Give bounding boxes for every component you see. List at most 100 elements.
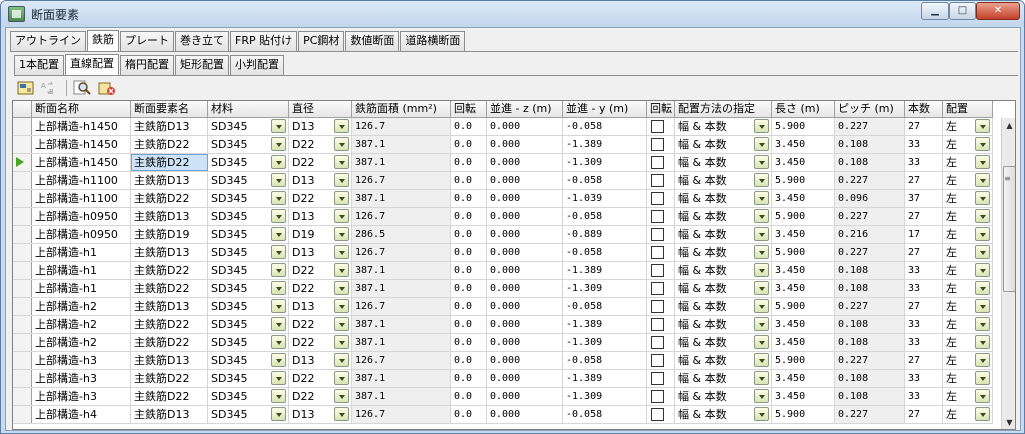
table-row[interactable]: 上部構造-h1 主鉄筋D22 SD345 D22 387.1 0.0 0.000 -1.389… — [13, 262, 993, 280]
dropdown-arrow-icon[interactable] — [334, 137, 349, 151]
dropdown-arrow-icon[interactable] — [975, 155, 990, 169]
cell-elem[interactable]: 主鉄筋D19 — [131, 226, 208, 243]
tab-sub-2[interactable]: 楕円配置 — [120, 55, 174, 75]
dropdown-arrow-icon[interactable] — [754, 155, 769, 169]
cell-pos[interactable]: 左 — [943, 316, 993, 333]
cell-pitch[interactable]: 0.227 — [835, 244, 905, 261]
cell-ty[interactable]: -0.058 — [563, 298, 647, 315]
close-button[interactable]: ✕ — [976, 2, 1020, 20]
tab-sub-4[interactable]: 小判配置 — [230, 55, 284, 75]
cell-pos[interactable]: 左 — [943, 262, 993, 279]
cell-elem[interactable]: 主鉄筋D13 — [131, 352, 208, 369]
scroll-down-button[interactable]: ▼ — [1002, 415, 1015, 429]
dropdown-arrow-icon[interactable] — [334, 209, 349, 223]
cell-elem[interactable]: 主鉄筋D13 — [131, 298, 208, 315]
column-header-name[interactable]: 断面名称 — [32, 101, 131, 118]
cell-pos[interactable]: 左 — [943, 190, 993, 207]
dropdown-arrow-icon[interactable] — [271, 137, 286, 151]
scroll-thumb[interactable] — [1003, 166, 1015, 292]
cell-elem[interactable]: 主鉄筋D13 — [131, 406, 208, 423]
cell-pos[interactable]: 左 — [943, 388, 993, 405]
row-header[interactable] — [13, 262, 32, 279]
cell-ty[interactable]: -1.309 — [563, 280, 647, 297]
cell-rot[interactable]: 0.0 — [451, 154, 487, 171]
tab-main-4[interactable]: FRP 貼付け — [230, 31, 298, 51]
table-row[interactable]: 上部構造-h0950 主鉄筋D13 SD345 D13 126.7 0.0 0.000 -0.… — [13, 208, 993, 226]
cell-len[interactable]: 5.900 — [772, 298, 835, 315]
cell-elem[interactable]: 主鉄筋D13 — [131, 172, 208, 189]
cell-tz[interactable]: 0.000 — [487, 118, 563, 135]
zoom-icon[interactable] — [73, 79, 93, 97]
cell-pitch[interactable]: 0.108 — [835, 154, 905, 171]
cell-rot[interactable]: 0.0 — [451, 226, 487, 243]
cell-dia[interactable]: D22 — [289, 316, 352, 333]
tab-main-3[interactable]: 巻き立て — [175, 31, 229, 51]
cell-method[interactable]: 幅 & 本数 — [675, 406, 772, 423]
cell-rot2[interactable] — [647, 406, 675, 423]
cell-pitch[interactable]: 0.108 — [835, 370, 905, 387]
cell-ty[interactable]: -1.309 — [563, 388, 647, 405]
dropdown-arrow-icon[interactable] — [975, 245, 990, 259]
cell-rot2[interactable] — [647, 172, 675, 189]
tab-sub-1[interactable]: 直線配置 — [65, 54, 119, 75]
cell-pos[interactable]: 左 — [943, 298, 993, 315]
cell-pitch[interactable]: 0.108 — [835, 316, 905, 333]
dropdown-arrow-icon[interactable] — [334, 371, 349, 385]
cell-mat[interactable]: SD345 — [208, 370, 289, 387]
table-row[interactable]: 上部構造-h1450 主鉄筋D22 SD345 D22 387.1 0.0 0.000 -1.… — [13, 136, 993, 154]
cell-ty[interactable]: -0.058 — [563, 406, 647, 423]
cell-ty[interactable]: -1.389 — [563, 136, 647, 153]
dropdown-arrow-icon[interactable] — [754, 281, 769, 295]
cell-dia[interactable]: D22 — [289, 136, 352, 153]
table-row[interactable]: 上部構造-h0950 主鉄筋D19 SD345 D19 286.5 0.0 0.000 -0.… — [13, 226, 993, 244]
rotation-checkbox[interactable] — [651, 354, 664, 367]
title-bar[interactable]: 断面要素 ▁ □ ✕ — [1, 1, 1024, 27]
vertical-scrollbar[interactable]: ▲ ≡ ▼ — [1001, 118, 1015, 429]
cell-tz[interactable]: 0.000 — [487, 262, 563, 279]
dropdown-arrow-icon[interactable] — [975, 407, 990, 421]
table-row[interactable]: 上部構造-h2 主鉄筋D22 SD345 D22 387.1 0.0 0.000 -1.389… — [13, 316, 993, 334]
cell-tz[interactable]: 0.000 — [487, 280, 563, 297]
dropdown-arrow-icon[interactable] — [975, 371, 990, 385]
dropdown-arrow-icon[interactable] — [271, 299, 286, 313]
cell-method[interactable]: 幅 & 本数 — [675, 352, 772, 369]
dropdown-arrow-icon[interactable] — [975, 209, 990, 223]
cell-mat[interactable]: SD345 — [208, 154, 289, 171]
dropdown-arrow-icon[interactable] — [975, 119, 990, 133]
cell-elem[interactable]: 主鉄筋D22 — [131, 334, 208, 351]
cell-tz[interactable]: 0.000 — [487, 298, 563, 315]
cell-rot2[interactable] — [647, 190, 675, 207]
cell-pos[interactable]: 左 — [943, 280, 993, 297]
cell-count[interactable]: 27 — [905, 208, 943, 225]
cell-pos[interactable]: 左 — [943, 406, 993, 423]
cell-rot2[interactable] — [647, 316, 675, 333]
rotation-checkbox[interactable] — [651, 300, 664, 313]
cell-tz[interactable]: 0.000 — [487, 244, 563, 261]
cell-name[interactable]: 上部構造-h1450 — [32, 154, 131, 171]
row-header[interactable] — [13, 406, 32, 423]
cell-pitch[interactable]: 0.108 — [835, 262, 905, 279]
dropdown-arrow-icon[interactable] — [754, 371, 769, 385]
cell-rot2[interactable] — [647, 280, 675, 297]
cell-rot[interactable]: 0.0 — [451, 190, 487, 207]
dropdown-arrow-icon[interactable] — [334, 227, 349, 241]
cell-ty[interactable]: -0.058 — [563, 244, 647, 261]
cell-ty[interactable]: -0.058 — [563, 208, 647, 225]
cell-count[interactable]: 33 — [905, 334, 943, 351]
dropdown-arrow-icon[interactable] — [754, 353, 769, 367]
table-row[interactable]: 上部構造-h1450 主鉄筋D13 SD345 D13 126.7 0.0 0.000 -0.… — [13, 118, 993, 136]
cell-mat[interactable]: SD345 — [208, 298, 289, 315]
dropdown-arrow-icon[interactable] — [754, 137, 769, 151]
dropdown-arrow-icon[interactable] — [975, 317, 990, 331]
cell-rot[interactable]: 0.0 — [451, 406, 487, 423]
tab-main-1[interactable]: 鉄筋 — [87, 30, 119, 51]
dropdown-arrow-icon[interactable] — [334, 335, 349, 349]
cell-name[interactable]: 上部構造-h2 — [32, 316, 131, 333]
cell-tz[interactable]: 0.000 — [487, 370, 563, 387]
cell-dia[interactable]: D13 — [289, 406, 352, 423]
column-header-elem[interactable]: 断面要素名 — [131, 101, 208, 118]
rotation-checkbox[interactable] — [651, 246, 664, 259]
scroll-up-button[interactable]: ▲ — [1002, 118, 1015, 133]
cell-ty[interactable]: -0.058 — [563, 172, 647, 189]
row-header[interactable] — [13, 280, 32, 297]
